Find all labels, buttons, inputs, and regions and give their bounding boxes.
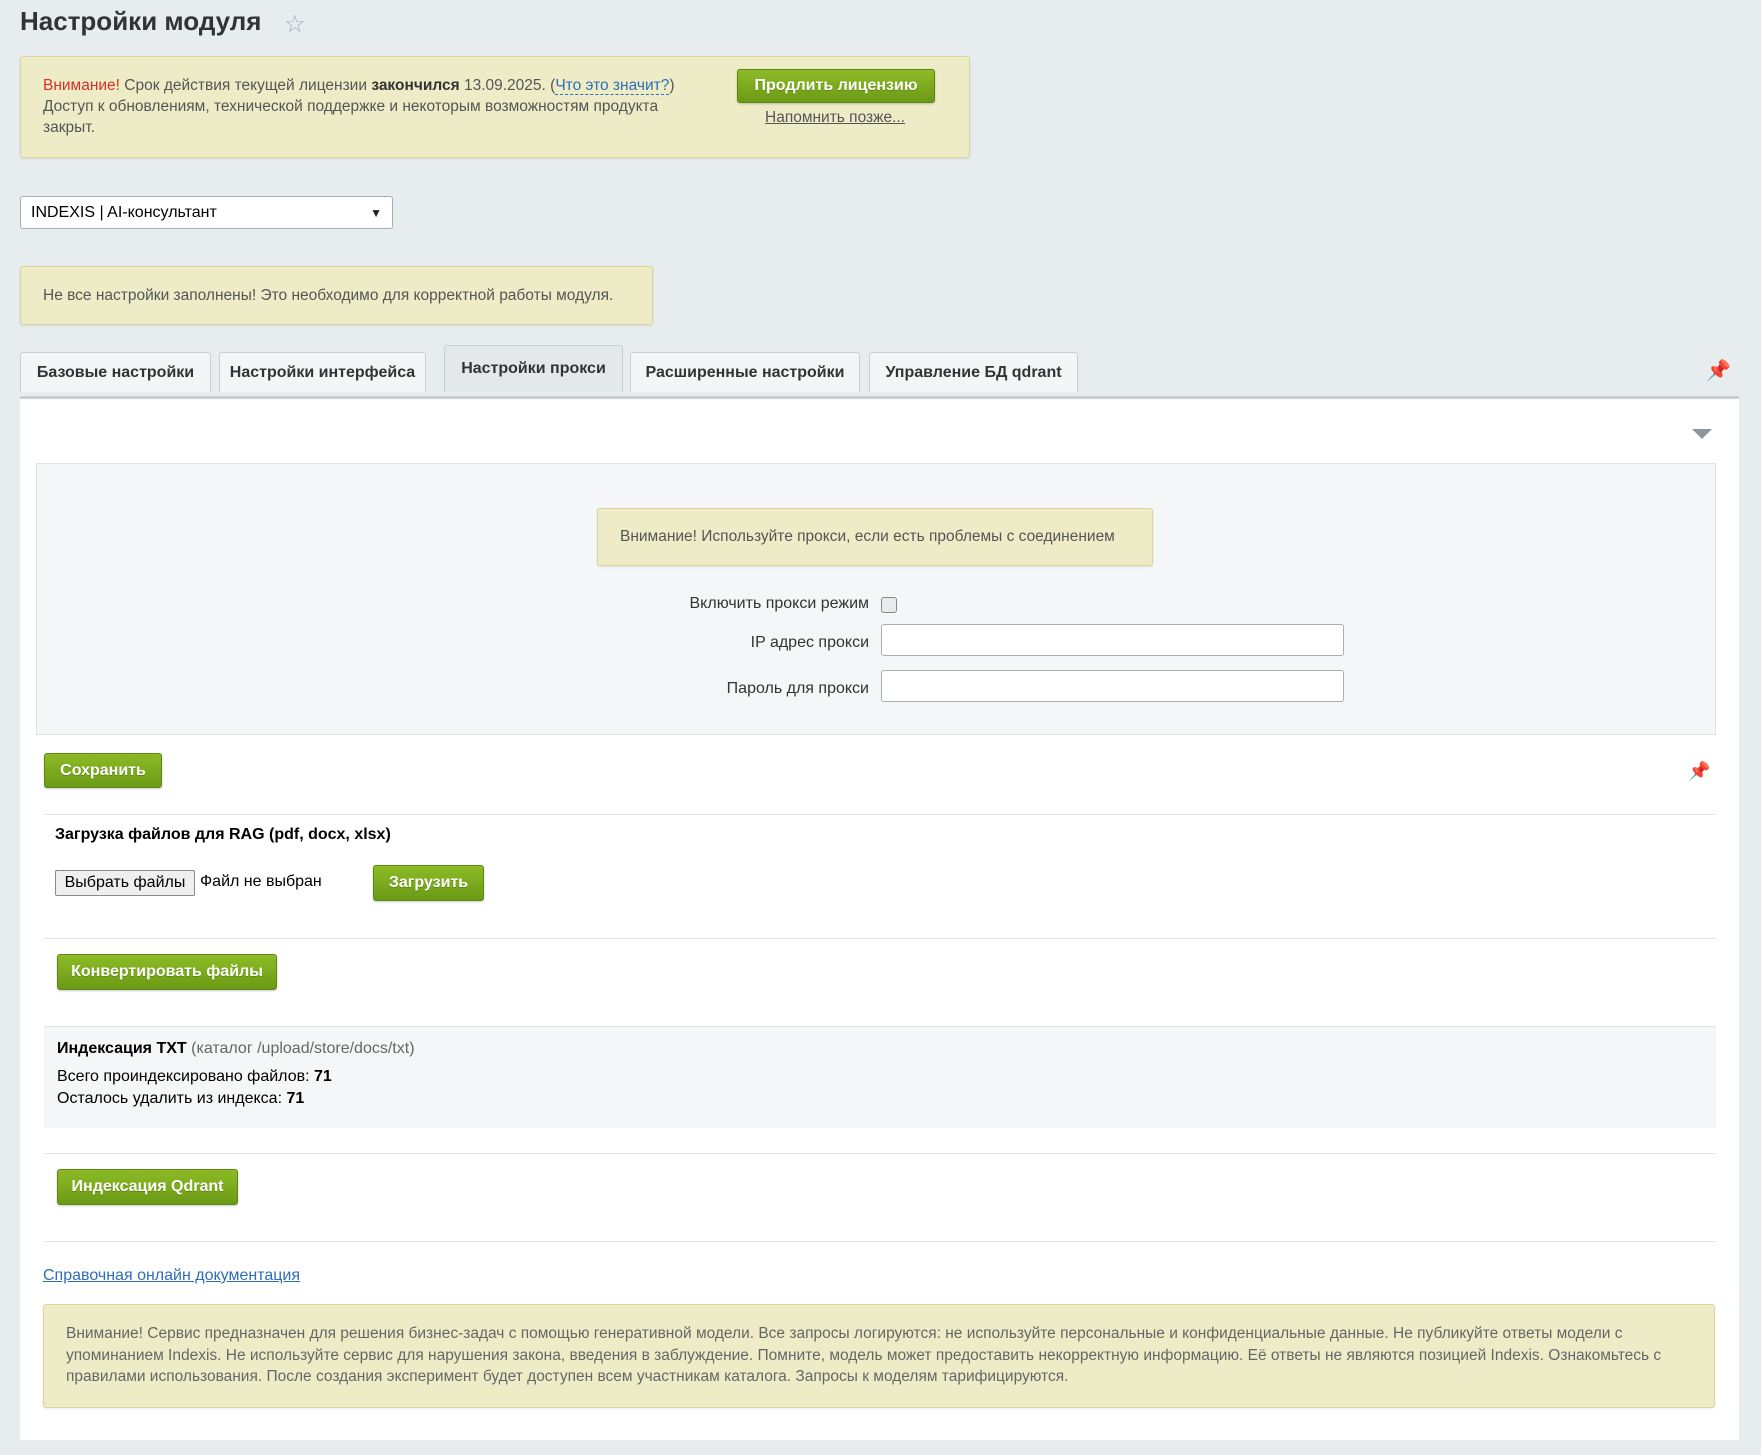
indexed-remaining-label: Осталось удалить из индекса: (57, 1090, 287, 1107)
license-text: Внимание! Срок действия текущей лицензии… (43, 75, 693, 138)
license-expired-word: закончился (371, 77, 460, 94)
chevron-down-icon: ▼ (370, 205, 382, 220)
collapse-arrow-icon[interactable] (1692, 429, 1712, 439)
choose-files-button[interactable]: Выбрать файлы (55, 870, 195, 896)
save-button[interactable]: Сохранить (44, 753, 162, 788)
divider (44, 938, 1716, 939)
star-icon[interactable]: ☆ (284, 10, 306, 39)
proxy-password-input[interactable] (881, 670, 1344, 702)
module-select[interactable]: INDEXIS | AI-консультант ▼ (20, 196, 393, 229)
pin-icon[interactable]: 📌 (1688, 761, 1710, 782)
remind-later-link[interactable]: Напомнить позже... (765, 109, 905, 127)
divider (44, 1241, 1716, 1242)
license-date: 13.09.2025. ( (459, 77, 556, 94)
file-status: Файл не выбран (200, 873, 322, 890)
settings-panel: Внимание! Используйте прокси, если есть … (20, 396, 1739, 1440)
proxy-notice-text: Внимание! Используйте прокси, если есть … (620, 528, 1115, 545)
proxy-password-label: Пароль для прокси (726, 680, 869, 697)
tab-interface-settings[interactable]: Настройки интерфейса (219, 352, 426, 392)
what-means-link[interactable]: Что это значит? (555, 77, 670, 95)
close-paren: ) (669, 77, 675, 94)
indexed-remaining: Осталось удалить из индекса: 71 (57, 1090, 304, 1108)
settings-notice: Не все настройки заполнены! Это необходи… (20, 266, 653, 325)
license-warning-word: Внимание! (43, 77, 120, 94)
proxy-ip-input[interactable] (881, 624, 1344, 656)
license-text-part1: Срок действия текущей лицензии (119, 77, 372, 94)
indexing-catalog: (каталог /upload/store/docs/txt) (186, 1040, 415, 1057)
renew-license-button[interactable]: Продлить лицензию (737, 69, 935, 103)
disclaimer-text: Внимание! Сервис предназначен для решени… (66, 1325, 1662, 1385)
license-text-line2: Доступ к обновлениям, технической поддер… (43, 98, 659, 136)
indexed-total: Всего проиндексировано файлов: 71 (57, 1068, 332, 1086)
settings-notice-text: Не все настройки заполнены! Это необходи… (43, 287, 614, 304)
module-select-value: INDEXIS | AI-консультант (31, 203, 217, 221)
indexed-remaining-value: 71 (286, 1090, 305, 1107)
tab-proxy-settings[interactable]: Настройки прокси (444, 345, 623, 392)
page-title: Настройки модуля (20, 6, 262, 36)
proxy-settings-box: Внимание! Используйте прокси, если есть … (36, 463, 1716, 735)
divider (44, 814, 1716, 815)
upload-title: Загрузка файлов для RAG (pdf, docx, xlsx… (55, 826, 391, 843)
divider (44, 1153, 1716, 1154)
license-notice: Внимание! Срок действия текущей лицензии… (20, 56, 970, 158)
upload-button[interactable]: Загрузить (373, 865, 484, 901)
proxy-ip-label: IP адрес прокси (750, 634, 869, 651)
indexing-info: Индексация TXT (каталог /upload/store/do… (44, 1026, 1716, 1128)
tab-advanced-settings[interactable]: Расширенные настройки (630, 352, 860, 392)
tab-qdrant-db[interactable]: Управление БД qdrant (869, 352, 1078, 392)
indexing-title: Индексация TXT (каталог /upload/store/do… (57, 1040, 415, 1058)
indexed-total-value: 71 (313, 1068, 332, 1085)
docs-link[interactable]: Справочная онлайн документация (43, 1267, 300, 1285)
tab-basic-settings[interactable]: Базовые настройки (20, 352, 211, 392)
indexing-title-text: Индексация TXT (57, 1040, 187, 1057)
disclaimer-notice: Внимание! Сервис предназначен для решени… (43, 1304, 1715, 1408)
convert-files-button[interactable]: Конвертировать файлы (57, 954, 277, 990)
enable-proxy-checkbox[interactable] (881, 597, 897, 613)
pin-icon[interactable]: 📌 (1706, 358, 1731, 383)
divider (44, 1026, 1716, 1027)
proxy-notice: Внимание! Используйте прокси, если есть … (597, 508, 1153, 566)
enable-proxy-label: Включить прокси режим (689, 595, 870, 612)
indexed-total-label: Всего проиндексировано файлов: (57, 1068, 314, 1085)
qdrant-indexing-button[interactable]: Индексация Qdrant (57, 1169, 238, 1205)
